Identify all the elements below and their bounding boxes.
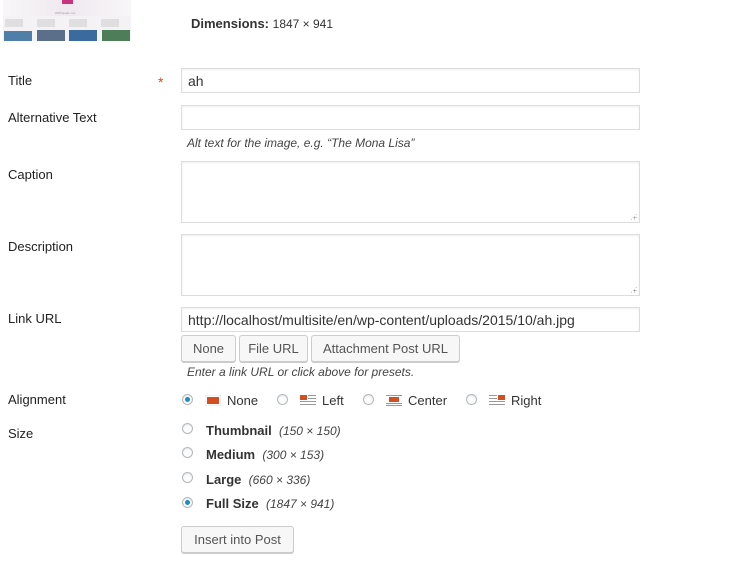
size-thumbnail-dims: (150 × 150): [278, 424, 341, 438]
thumbnail-photo-3: [69, 30, 97, 41]
resize-grip-icon[interactable]: [630, 213, 637, 220]
thumbnail-logo: [62, 0, 73, 4]
align-none-label[interactable]: None: [227, 393, 258, 408]
align-center-icon: [386, 395, 402, 406]
size-full-dims: (1847 × 941): [265, 497, 335, 511]
link-attachment-post-url-button[interactable]: Attachment Post URL: [311, 335, 460, 362]
size-medium-name: Medium: [206, 447, 256, 462]
size-medium-option[interactable]: Medium (300 × 153): [206, 447, 324, 462]
size-full-name: Full Size: [206, 496, 259, 511]
alt-text-input[interactable]: [181, 105, 640, 130]
link-url-label: Link URL: [8, 311, 62, 326]
alt-text-label: Alternative Text: [8, 110, 97, 125]
thumbnail-photo-1: [4, 31, 32, 41]
thumbnail-caption: WPTravels, Inc.: [55, 11, 77, 15]
alignment-label: Alignment: [8, 392, 66, 407]
description-textarea[interactable]: [181, 234, 640, 296]
required-marker: *: [158, 74, 164, 90]
thumbnail-photo-4: [102, 30, 130, 41]
size-medium-radio[interactable]: [182, 447, 193, 458]
alt-text-help: Alt text for the image, e.g. “The Mona L…: [187, 136, 415, 150]
dimensions-label: Dimensions:: [191, 16, 270, 31]
size-large-name: Large: [206, 472, 242, 487]
size-full-option[interactable]: Full Size (1847 × 941): [206, 496, 334, 511]
link-file-url-button[interactable]: File URL: [239, 335, 308, 362]
size-large-option[interactable]: Large (660 × 336): [206, 472, 310, 487]
align-right-label[interactable]: Right: [511, 393, 541, 408]
align-none-icon: [205, 395, 221, 406]
align-none-radio[interactable]: [182, 394, 193, 405]
caption-label: Caption: [8, 167, 53, 182]
resize-grip-icon[interactable]: [630, 286, 637, 293]
description-label: Description: [8, 239, 74, 254]
align-right-radio[interactable]: [466, 394, 477, 405]
dimensions-value: 1847 × 941: [272, 17, 334, 31]
align-center-radio[interactable]: [363, 394, 374, 405]
caption-textarea[interactable]: [181, 161, 640, 223]
size-thumbnail-name: Thumbnail: [206, 423, 272, 438]
size-label: Size: [8, 426, 34, 441]
title-label: Title: [8, 73, 33, 88]
size-large-dims: (660 × 336): [248, 473, 311, 487]
size-large-radio[interactable]: [182, 472, 193, 483]
link-url-help: Enter a link URL or click above for pres…: [187, 365, 415, 379]
image-thumbnail: WPTravels, Inc.: [3, 0, 131, 41]
insert-into-post-button[interactable]: Insert into Post: [181, 526, 294, 553]
dimensions: Dimensions: 1847 × 941: [191, 16, 333, 31]
size-medium-dims: (300 × 153): [262, 448, 325, 462]
align-left-radio[interactable]: [277, 394, 288, 405]
link-none-button[interactable]: None: [181, 335, 236, 362]
thumbnail-text-lines: [5, 19, 129, 27]
align-right-icon: [489, 395, 505, 405]
link-url-input[interactable]: [181, 307, 640, 332]
size-thumbnail-radio[interactable]: [182, 423, 193, 434]
align-center-label[interactable]: Center: [408, 393, 447, 408]
title-input[interactable]: [181, 68, 640, 93]
thumbnail-photo-2: [37, 30, 65, 41]
align-left-label[interactable]: Left: [322, 393, 344, 408]
size-full-radio[interactable]: [182, 497, 193, 508]
align-left-icon: [300, 395, 316, 405]
size-thumbnail-option[interactable]: Thumbnail (150 × 150): [206, 423, 341, 438]
